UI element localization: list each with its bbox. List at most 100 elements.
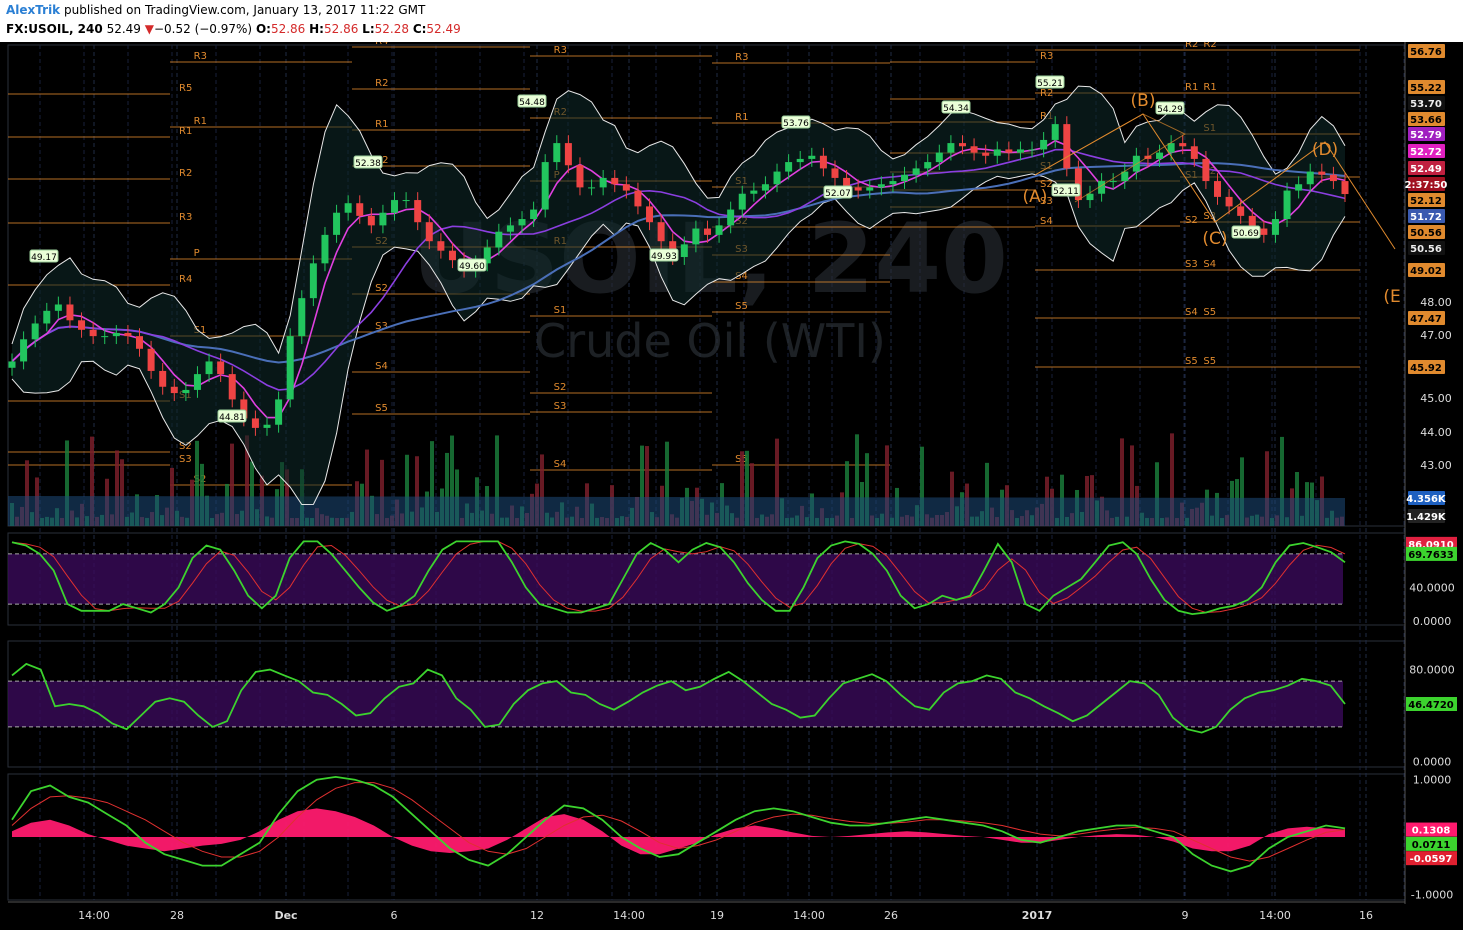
high-label: H: (309, 22, 324, 36)
candle-body (321, 234, 329, 264)
price-callout-text: 54.29 (1157, 105, 1183, 115)
pivot-level-label: S3 (554, 401, 567, 412)
candle-body (356, 203, 364, 216)
candle-body (541, 162, 549, 210)
y-tick-label: -1.0000 (1411, 888, 1453, 901)
candle-body (785, 162, 793, 172)
pivot-level-label: S4 (1040, 216, 1053, 227)
high-value: 52.86 (323, 22, 359, 36)
candle-body (159, 370, 167, 387)
x-tick-label: 16 (1359, 909, 1373, 922)
publish-info: published on TradingView.com, January 13… (64, 3, 426, 17)
candle-body (866, 187, 874, 191)
x-tick-label: 2017 (1022, 909, 1053, 922)
y-tick-label: 0.0000 (1413, 755, 1452, 768)
candle-body (275, 399, 283, 425)
volume-ma-area (8, 496, 1345, 526)
candle-body (506, 225, 514, 232)
candle-body (124, 332, 132, 337)
candle-body (750, 190, 758, 194)
candle-body (970, 146, 978, 153)
candle-body (553, 143, 561, 163)
publish-line: AlexTrik published on TradingView.com, J… (6, 3, 425, 17)
price-badge-text: 55.22 (1410, 83, 1442, 94)
candle-body (147, 348, 155, 371)
candle-body (448, 250, 456, 261)
candle-body (1306, 171, 1314, 185)
chart-area[interactable]: 14:0028Dec61214:001914:00262017914:0016U… (0, 42, 1463, 930)
y-tick-label: 44.00 (1420, 426, 1452, 439)
candle-body (877, 184, 885, 188)
symbol-label[interactable]: FX:USOIL, 240 (6, 22, 103, 36)
price-callout: 53.76 (781, 115, 811, 129)
price-badge-text: 52.12 (1410, 196, 1442, 207)
candle-body (43, 310, 51, 324)
wave-label: (C) (1202, 229, 1227, 249)
candle-body (622, 184, 630, 191)
candle-body (8, 361, 16, 368)
oscillator-badge-text: 46.4720 (1408, 700, 1454, 711)
price-callout: 49.93 (649, 248, 679, 262)
pivot-level-label: R1 (375, 119, 388, 130)
candle-body (367, 215, 375, 226)
pivot-level-label: R5 (179, 83, 192, 94)
candle-body (263, 424, 271, 428)
candle-body (1179, 143, 1187, 147)
price-callout-text: 54.48 (519, 98, 545, 108)
candle-body (182, 389, 190, 394)
price-change: −0.52 (−0.97%) (153, 22, 253, 36)
candle-body (20, 339, 28, 362)
candle-body (680, 244, 688, 258)
candle-body (78, 320, 86, 330)
candle-body (101, 336, 109, 338)
candle-body (228, 374, 236, 400)
x-tick-label: 14:00 (793, 909, 825, 922)
price-callout: 49.17 (29, 249, 59, 263)
price-callout-text: 54.34 (943, 104, 969, 114)
pivot-level-label: S2 (1185, 215, 1198, 226)
candle-body (1225, 196, 1233, 207)
candle-body (1341, 181, 1349, 195)
down-arrow-icon: ▼ (144, 22, 154, 36)
candle-body (657, 222, 665, 242)
candle-body (309, 263, 317, 299)
candle-body (136, 336, 144, 349)
pivot-level-label: R1 (735, 112, 748, 123)
macd-badge-text: -0.0597 (1410, 854, 1453, 865)
candle-body (993, 149, 1001, 156)
candle-body (889, 181, 897, 185)
pivot-level-label: S4 (1203, 259, 1216, 270)
candle-body (715, 225, 723, 235)
x-tick-label: 28 (170, 909, 184, 922)
candle-body (31, 323, 39, 340)
price-callout: 54.48 (517, 94, 547, 108)
candle-body (958, 143, 966, 147)
candle-body (1109, 181, 1117, 183)
pivot-level-label: R2 (1185, 42, 1198, 50)
pivot-level-label: R3 (1040, 51, 1053, 62)
candle-body (646, 206, 654, 223)
pivot-level-label: S5 (375, 403, 388, 414)
author-name[interactable]: AlexTrik (6, 3, 60, 17)
x-tick-label: 9 (1182, 909, 1189, 922)
pivot-level-label: R2 (1203, 42, 1216, 50)
candle-body (935, 152, 943, 163)
pivot-level-label: R4 (179, 274, 192, 285)
candle-body (924, 162, 932, 169)
price-badge-text: 53.70 (1410, 99, 1442, 110)
open-label: O: (255, 22, 271, 36)
candle-body (333, 212, 341, 235)
x-tick-label: 12 (530, 909, 544, 922)
watermark-description: Crude Oil (WTI) (534, 314, 886, 368)
price-badge-text: 45.92 (1410, 363, 1442, 374)
price-callout-text: 49.17 (31, 253, 57, 263)
pivot-level-label: S1 (554, 305, 567, 316)
price-badge-text: 50.56 (1410, 228, 1442, 239)
x-tick-label: 26 (884, 909, 898, 922)
candle-body (588, 187, 596, 189)
wave-label: (D) (1312, 140, 1338, 160)
price-callout: 55.21 (1035, 75, 1065, 89)
candle-body (89, 329, 97, 337)
close-label: C: (412, 22, 427, 36)
pivot-level-label: R3 (194, 51, 207, 62)
